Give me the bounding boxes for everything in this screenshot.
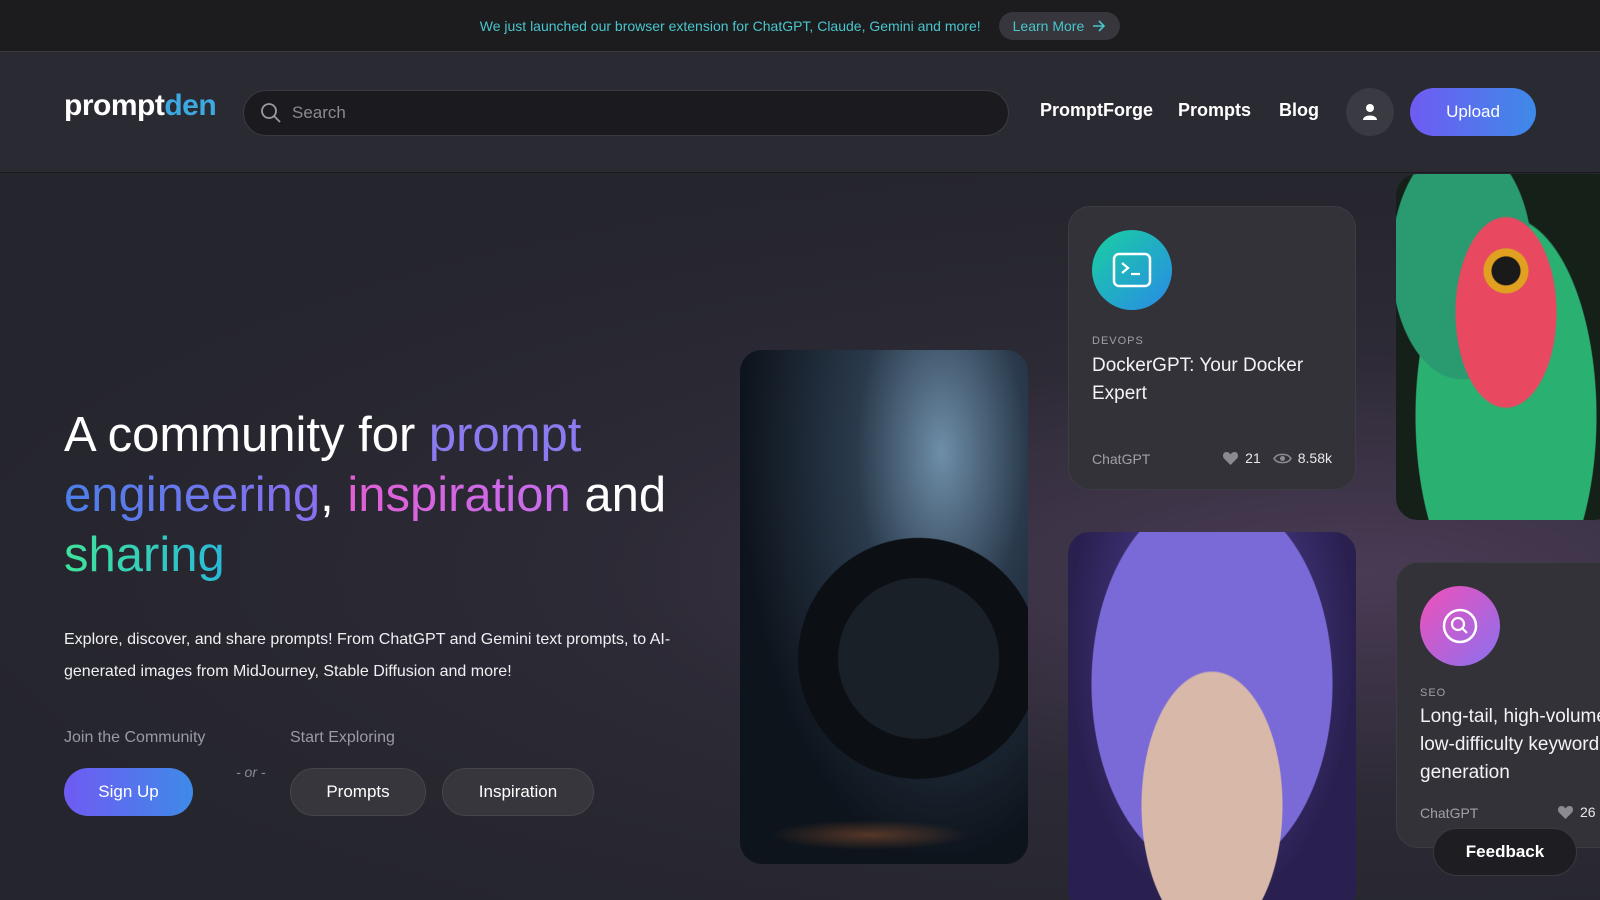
headline-part-1: A community for [64, 408, 429, 462]
heart-icon [1557, 805, 1574, 819]
headline-and: and [570, 468, 667, 522]
terminal-icon [1092, 230, 1172, 310]
prompts-button[interactable]: Prompts [290, 768, 426, 816]
sign-up-label: Sign Up [98, 782, 159, 801]
headline-comma: , [320, 468, 348, 522]
car-light-reflection [770, 820, 970, 850]
upload-button[interactable]: Upload [1410, 88, 1536, 136]
inspiration-button[interactable]: Inspiration [442, 768, 594, 816]
card-category: DEVOPS [1092, 335, 1144, 347]
join-community-label: Join the Community [64, 729, 206, 746]
views-count: 8.58k [1297, 450, 1332, 466]
or-separator: - or - [236, 764, 266, 780]
heart-icon [1223, 451, 1239, 465]
start-exploring-label: Start Exploring [290, 729, 395, 746]
likes-count: 26 [1580, 804, 1596, 820]
search-input[interactable] [292, 103, 972, 123]
arrow-right-icon [1093, 19, 1106, 32]
eye-icon [1272, 453, 1292, 463]
logo-text-prompt: prompt [64, 89, 165, 122]
card-title: DockerGPT: Your Docker Expert [1092, 355, 1304, 404]
user-avatar-button[interactable] [1346, 88, 1394, 136]
announcement-bar: We just launched our browser extension f… [0, 0, 1600, 52]
card-stats: 21 8.58k [1222, 450, 1332, 466]
card-stats: 26 [1557, 804, 1596, 820]
nav-prompts[interactable]: Prompts [1178, 100, 1251, 121]
card-title: Long-tail, high-volume, low-difficulty k… [1420, 706, 1600, 783]
headline-prompt: prompt [428, 408, 582, 462]
feedback-label: Feedback [1465, 842, 1545, 861]
nav-blog[interactable]: Blog [1279, 100, 1319, 121]
card-model: ChatGPT [1420, 805, 1479, 821]
learn-more-label: Learn More [1012, 17, 1085, 34]
feedback-button[interactable]: Feedback [1433, 828, 1577, 876]
inspiration-button-label: Inspiration [478, 782, 558, 801]
search-icon [261, 103, 281, 123]
headline-engineering: engineering [64, 468, 321, 522]
logo[interactable]: promptden [64, 89, 217, 123]
announcement-text: We just launched our browser extension f… [479, 17, 981, 34]
likes-count: 21 [1245, 450, 1261, 466]
card-model: ChatGPT [1092, 451, 1151, 467]
prompt-card-dockergpt[interactable]: DEVOPS DockerGPT: Your Docker Expert Cha… [1068, 206, 1356, 490]
sign-up-button[interactable]: Sign Up [64, 768, 193, 816]
nav-promptforge[interactable]: PromptForge [1040, 100, 1153, 121]
upload-label: Upload [1446, 102, 1500, 121]
portrait-image-card[interactable] [1068, 532, 1356, 900]
headline-sharing: sharing [64, 528, 225, 582]
learn-more-button[interactable]: Learn More [998, 11, 1121, 40]
search-magnifier-icon [1420, 586, 1500, 666]
hero-description: Explore, discover, and share prompts! Fr… [64, 631, 671, 680]
headline-inspiration: inspiration [347, 468, 571, 522]
search-bar[interactable] [243, 90, 1009, 136]
prompt-card-seo[interactable]: SEO Long-tail, high-volume, low-difficul… [1396, 562, 1600, 848]
hummingbird-image-card[interactable] [1396, 174, 1600, 520]
site-header: promptden PromptForge Prompts Blog Uploa… [0, 52, 1600, 173]
car-image-card[interactable] [740, 350, 1028, 864]
hero-headline: A community for prompt engineering, insp… [64, 405, 724, 585]
user-icon [1363, 104, 1377, 120]
card-category: SEO [1420, 687, 1447, 699]
logo-text-den: den [164, 89, 217, 122]
prompts-button-label: Prompts [326, 782, 390, 801]
